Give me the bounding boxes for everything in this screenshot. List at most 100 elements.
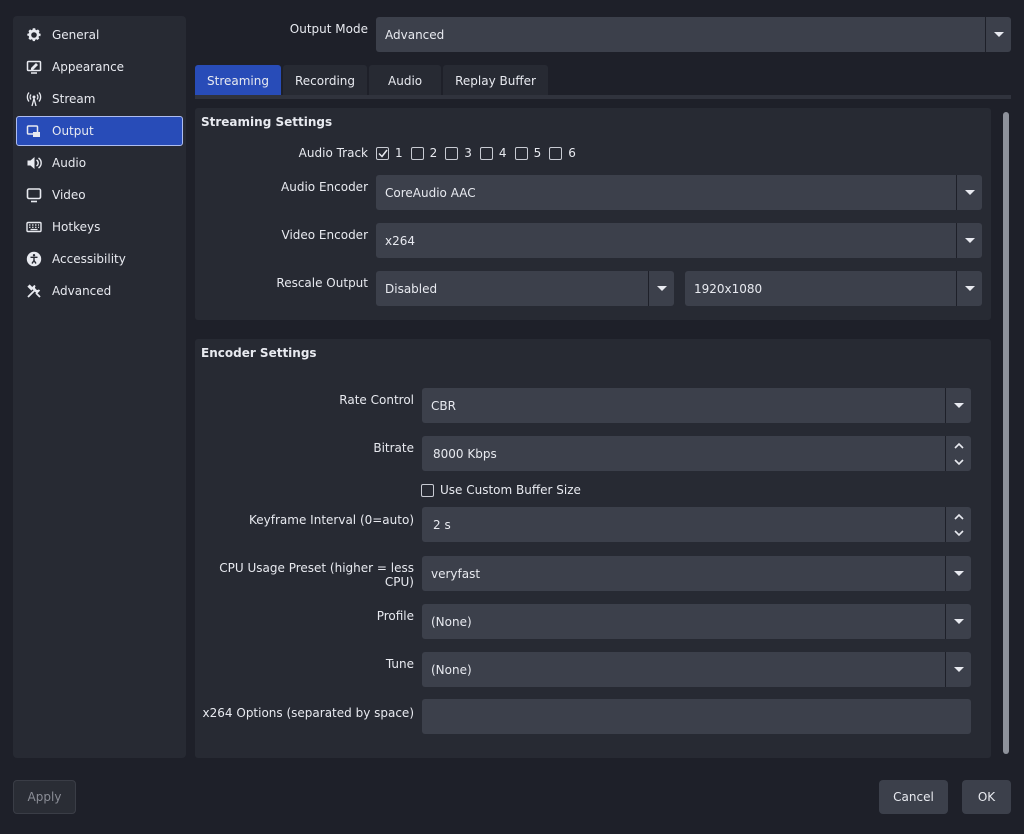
audio-track-5-checkbox[interactable] — [514, 146, 528, 160]
video-encoder-label: Video Encoder — [281, 228, 369, 242]
sidebar-item-label: Output — [52, 124, 94, 138]
streaming-settings-title: Streaming Settings — [201, 115, 333, 129]
antenna-icon — [25, 90, 43, 108]
bitrate-value: 8000 Kbps — [433, 446, 497, 461]
rate-control-value: CBR — [431, 398, 456, 413]
sidebar-item-accessibility[interactable]: Accessibility — [16, 244, 183, 274]
chevron-up-icon[interactable] — [946, 437, 972, 454]
keyframe-interval-stepper[interactable]: 2 s — [422, 507, 971, 542]
keyframe-interval-label: Keyframe Interval (0=auto) — [249, 513, 414, 527]
audio-track-3-checkbox[interactable] — [445, 146, 459, 160]
custom-buffer-label: Use Custom Buffer Size — [440, 483, 581, 497]
audio-track-6-checkbox[interactable] — [549, 146, 563, 160]
monitor-icon — [25, 186, 43, 204]
rate-control-dropdown[interactable]: CBR — [422, 388, 971, 423]
sidebar-item-label: Accessibility — [52, 252, 126, 266]
chevron-down-icon — [956, 271, 982, 306]
audio-track-2-label: 2 — [429, 146, 438, 160]
chevron-down-icon — [945, 556, 971, 591]
accessibility-icon — [25, 250, 43, 268]
rescale-output-label: Rescale Output — [276, 276, 368, 290]
gear-icon — [25, 26, 43, 44]
rescale-resolution-dropdown[interactable]: 1920x1080 — [685, 271, 982, 306]
output-tabs: Streaming Recording Audio Replay Buffer — [195, 65, 550, 96]
output-mode-value: Advanced — [385, 27, 445, 42]
audio-track-5-label: 5 — [533, 146, 542, 160]
tab-divider — [195, 95, 1011, 99]
audio-track-checkboxes: 1 2 3 4 5 6 — [376, 146, 584, 160]
audio-track-2-checkbox[interactable] — [410, 146, 424, 160]
sidebar-item-label: Video — [52, 188, 86, 202]
keyframe-interval-value: 2 s — [433, 517, 451, 532]
tab-recording[interactable]: Recording — [282, 65, 368, 96]
apply-button[interactable]: Apply — [13, 780, 76, 814]
keyboard-icon — [25, 218, 43, 236]
output-mode-dropdown[interactable]: Advanced — [376, 17, 1011, 52]
audio-track-4-checkbox[interactable] — [479, 146, 493, 160]
output-icon — [25, 122, 43, 140]
sidebar-item-general[interactable]: General — [16, 20, 183, 50]
tab-streaming[interactable]: Streaming — [195, 65, 281, 96]
chevron-down-icon — [985, 17, 1011, 52]
output-mode-label: Output Mode — [289, 22, 368, 36]
settings-sidebar: General Appearance Stream Output Audio V… — [13, 16, 186, 758]
sidebar-item-hotkeys[interactable]: Hotkeys — [16, 212, 183, 242]
chevron-down-icon — [956, 175, 982, 210]
chevron-down-icon[interactable] — [946, 525, 972, 542]
chevron-down-icon — [956, 223, 982, 258]
speaker-icon — [25, 154, 43, 172]
video-encoder-value: x264 — [385, 233, 416, 248]
bitrate-stepper[interactable]: 8000 Kbps — [422, 436, 971, 471]
rescale-output-value: Disabled — [385, 281, 438, 296]
tune-dropdown[interactable]: (None) — [422, 652, 971, 687]
stepper-buttons — [945, 507, 971, 542]
sidebar-item-label: Audio — [52, 156, 87, 170]
scrollbar-thumb[interactable] — [1003, 112, 1009, 754]
profile-label: Profile — [376, 609, 414, 623]
chevron-down-icon — [648, 271, 674, 306]
x264-options-label: x264 Options (separated by space) — [202, 706, 414, 720]
cpu-preset-dropdown[interactable]: veryfast — [422, 556, 971, 591]
cpu-preset-value: veryfast — [431, 566, 481, 581]
profile-dropdown[interactable]: (None) — [422, 604, 971, 639]
audio-track-4-label: 4 — [498, 146, 507, 160]
chevron-up-icon[interactable] — [946, 508, 972, 525]
chevron-down-icon — [945, 388, 971, 423]
audio-track-3-label: 3 — [464, 146, 472, 160]
tab-audio[interactable]: Audio — [369, 65, 442, 96]
sidebar-item-stream[interactable]: Stream — [16, 84, 183, 114]
rescale-resolution-value: 1920x1080 — [694, 281, 763, 296]
tune-label: Tune — [385, 657, 414, 671]
sidebar-item-label: Advanced — [52, 284, 112, 298]
encoder-settings-title: Encoder Settings — [201, 346, 317, 360]
stepper-buttons — [945, 436, 971, 471]
audio-encoder-label: Audio Encoder — [281, 180, 368, 194]
audio-track-label: Audio Track — [298, 146, 368, 160]
tune-value: (None) — [431, 662, 472, 677]
chevron-down-icon[interactable] — [946, 454, 972, 471]
x264-options-input[interactable] — [422, 699, 971, 734]
sidebar-item-label: General — [52, 28, 100, 42]
rate-control-label: Rate Control — [339, 393, 414, 407]
cancel-button[interactable]: Cancel — [879, 780, 948, 814]
audio-track-1-label: 1 — [395, 146, 403, 160]
sidebar-item-label: Appearance — [52, 60, 125, 74]
sidebar-item-output[interactable]: Output — [16, 116, 183, 146]
custom-buffer-checkbox[interactable] — [421, 483, 434, 497]
sidebar-item-advanced[interactable]: Advanced — [16, 276, 183, 306]
sidebar-item-video[interactable]: Video — [16, 180, 183, 210]
sidebar-item-label: Hotkeys — [52, 220, 101, 234]
audio-encoder-dropdown[interactable]: CoreAudio AAC — [376, 175, 982, 210]
cpu-preset-label: CPU Usage Preset (higher = less CPU) — [219, 561, 414, 589]
video-encoder-dropdown[interactable]: x264 — [376, 223, 982, 258]
bitrate-label: Bitrate — [373, 441, 414, 455]
profile-value: (None) — [431, 614, 472, 629]
sidebar-item-appearance[interactable]: Appearance — [16, 52, 183, 82]
audio-track-6-label: 6 — [568, 146, 576, 160]
ok-button[interactable]: OK — [962, 780, 1011, 814]
rescale-output-dropdown[interactable]: Disabled — [376, 271, 674, 306]
tab-replay-buffer[interactable]: Replay Buffer — [443, 65, 548, 96]
chevron-down-icon — [945, 604, 971, 639]
sidebar-item-audio[interactable]: Audio — [16, 148, 183, 178]
audio-track-1-checkbox[interactable] — [376, 146, 389, 160]
